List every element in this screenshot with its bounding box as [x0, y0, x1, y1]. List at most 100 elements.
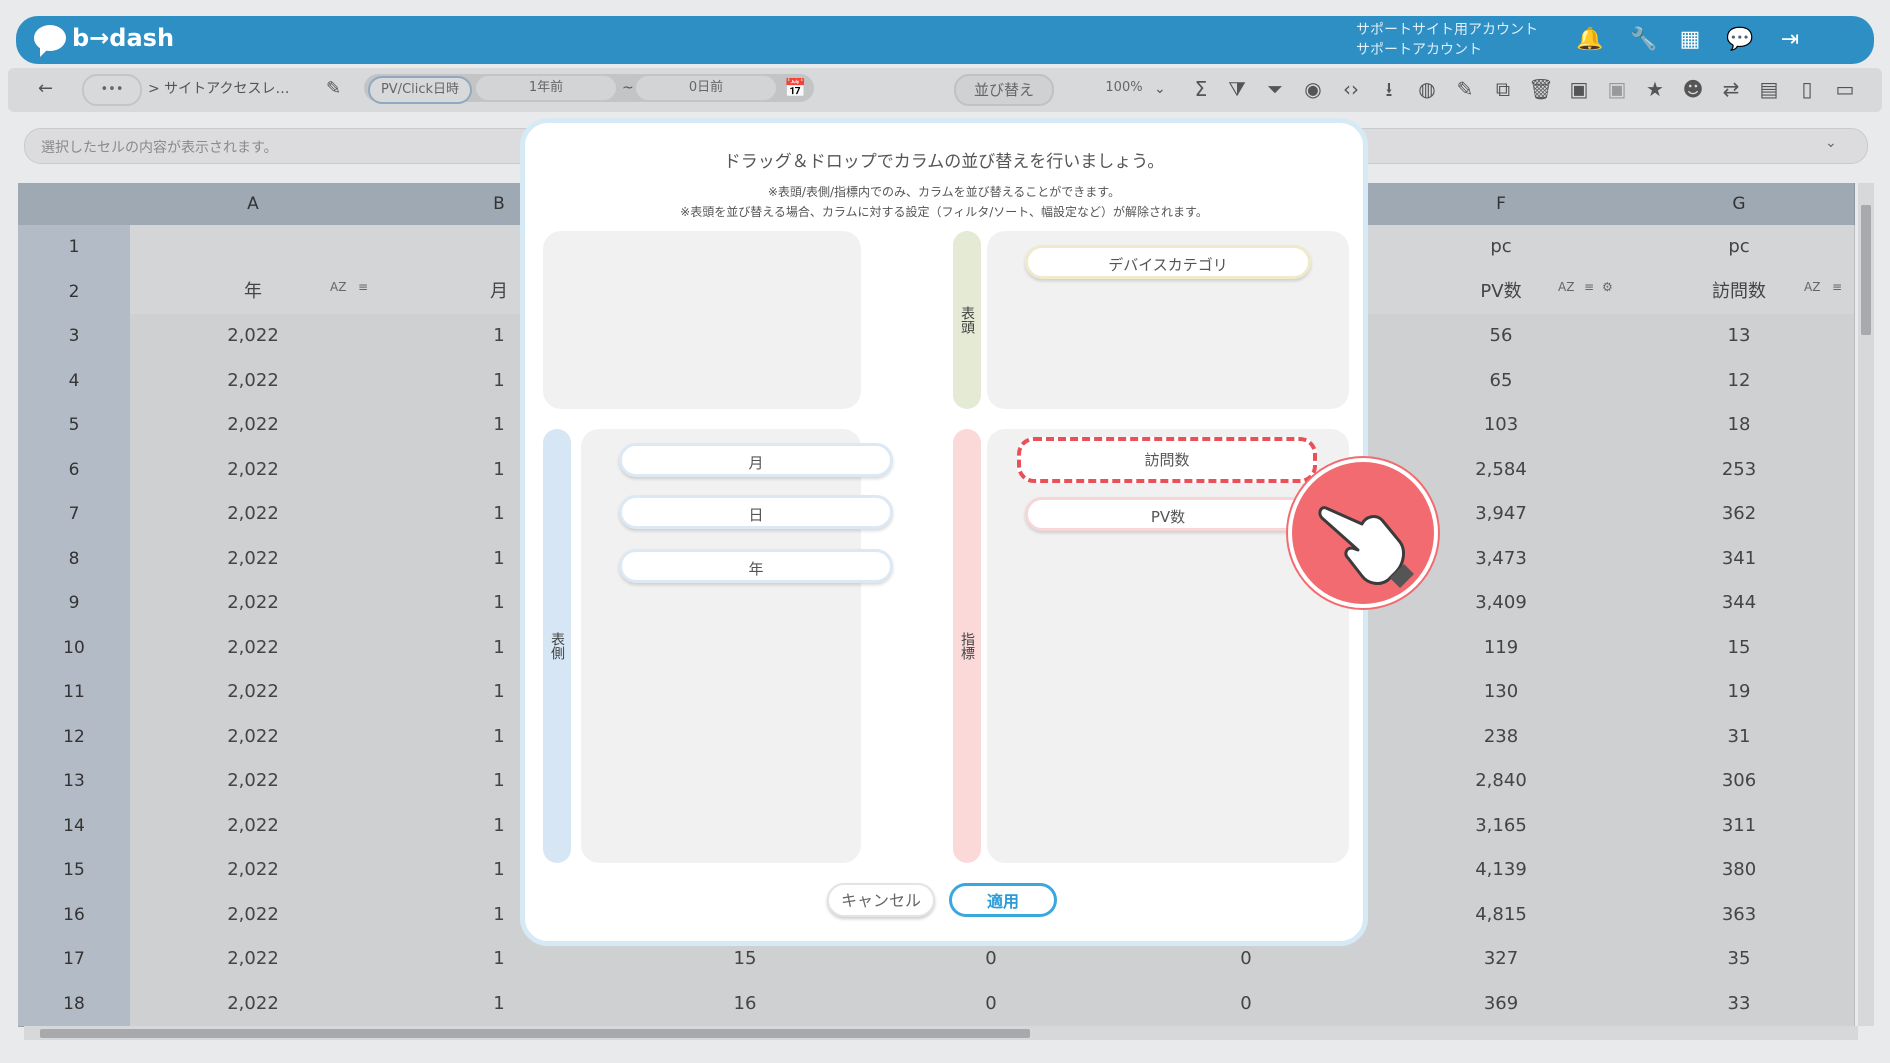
- filter-icon[interactable]: ≡: [1832, 280, 1842, 294]
- column-header-a[interactable]: A: [130, 183, 377, 225]
- apply-button[interactable]: 適用: [949, 883, 1057, 917]
- table-cell[interactable]: 35: [1624, 937, 1855, 983]
- table-cell[interactable]: 33: [1624, 981, 1855, 1027]
- row-header[interactable]: 5: [18, 403, 130, 449]
- table-cell[interactable]: 2,022: [130, 358, 377, 404]
- table-cell[interactable]: 2,022: [130, 937, 377, 983]
- table-cell[interactable]: 2,022: [130, 892, 377, 938]
- table-cell[interactable]: 19: [1624, 670, 1855, 716]
- cancel-button[interactable]: キャンセル: [827, 883, 935, 917]
- row-header[interactable]: 10: [18, 625, 130, 671]
- corner-cell[interactable]: [18, 183, 131, 225]
- account-info[interactable]: サポートサイト用アカウント サポートアカウント: [1356, 20, 1538, 60]
- table-cell[interactable]: 327: [1378, 937, 1625, 983]
- row-header[interactable]: 2: [18, 269, 130, 315]
- table-cell[interactable]: 103: [1378, 403, 1625, 449]
- chevron-down-icon[interactable]: ⌄: [1154, 74, 1166, 104]
- star-icon[interactable]: ★: [1642, 76, 1668, 102]
- table-cell[interactable]: 31: [1624, 714, 1855, 760]
- calendar-icon[interactable]: 📅: [784, 74, 806, 104]
- table-cell[interactable]: 15: [1624, 625, 1855, 671]
- more-button[interactable]: •••: [82, 74, 142, 106]
- brand-logo[interactable]: b→dash: [34, 24, 174, 57]
- table-cell[interactable]: 0: [1114, 981, 1379, 1027]
- table-cell[interactable]: 306: [1624, 759, 1855, 805]
- repeat-icon[interactable]: ⇄: [1718, 76, 1744, 102]
- copy-icon[interactable]: ⧉: [1490, 76, 1516, 102]
- side-item-day[interactable]: 日: [619, 495, 893, 529]
- table-cell[interactable]: 130: [1378, 670, 1625, 716]
- code-icon[interactable]: ‹›: [1338, 76, 1364, 102]
- table-cell[interactable]: 2,022: [130, 403, 377, 449]
- table-cell[interactable]: 1: [376, 981, 623, 1027]
- row-header[interactable]: 8: [18, 536, 130, 582]
- table-cell[interactable]: 4,815: [1378, 892, 1625, 938]
- table-cell[interactable]: 238: [1378, 714, 1625, 760]
- column-header-g[interactable]: G: [1624, 183, 1855, 225]
- row-header[interactable]: 7: [18, 492, 130, 538]
- row-header[interactable]: 15: [18, 848, 130, 894]
- table-cell[interactable]: 253: [1624, 447, 1855, 493]
- table-cell[interactable]: 362: [1624, 492, 1855, 538]
- table-cell[interactable]: 65: [1378, 358, 1625, 404]
- row-header[interactable]: 16: [18, 892, 130, 938]
- table-cell[interactable]: 2,022: [130, 803, 377, 849]
- sort-az-icon[interactable]: AZ: [1804, 280, 1820, 294]
- table-cell[interactable]: 2,022: [130, 447, 377, 493]
- back-button[interactable]: ←: [38, 74, 53, 104]
- table-cell[interactable]: 3,165: [1378, 803, 1625, 849]
- table-cell[interactable]: 16: [622, 981, 869, 1027]
- table-cell[interactable]: 18: [1624, 403, 1855, 449]
- grid-menu-icon[interactable]: ▦: [1676, 26, 1704, 54]
- side-item-year[interactable]: 年: [619, 549, 893, 583]
- chevron-down-icon[interactable]: ⌄: [1825, 135, 1837, 151]
- table-cell[interactable]: 2,022: [130, 581, 377, 627]
- trash-icon[interactable]: 🗑: [1528, 76, 1554, 102]
- row-header[interactable]: 11: [18, 670, 130, 716]
- table-cell[interactable]: 344: [1624, 581, 1855, 627]
- document-icon[interactable]: ▯: [1794, 76, 1820, 102]
- logout-icon[interactable]: ⇥: [1776, 26, 1804, 54]
- row-header[interactable]: 17: [18, 937, 130, 983]
- breadcrumb[interactable]: > サイトアクセスレ…: [148, 74, 289, 104]
- row-header[interactable]: 14: [18, 803, 130, 849]
- chart-icon[interactable]: ◍: [1414, 76, 1440, 102]
- table-cell[interactable]: 2,022: [130, 670, 377, 716]
- row-header[interactable]: 13: [18, 759, 130, 805]
- clipboard-icon[interactable]: ▭: [1832, 76, 1858, 102]
- sort-az-icon[interactable]: AZ: [1558, 280, 1574, 294]
- table-cell[interactable]: 2,022: [130, 625, 377, 671]
- table-cell[interactable]: 4,139: [1378, 848, 1625, 894]
- horizontal-scrollbar[interactable]: [24, 1026, 1858, 1040]
- table-cell[interactable]: 2,022: [130, 314, 377, 360]
- table-cell[interactable]: 2,840: [1378, 759, 1625, 805]
- table-cell[interactable]: 2,022: [130, 759, 377, 805]
- date-to-input[interactable]: 0日前: [636, 76, 776, 100]
- row-header[interactable]: 1: [18, 225, 130, 271]
- chat-icon[interactable]: 💬: [1726, 26, 1754, 54]
- table-cell[interactable]: 380: [1624, 848, 1855, 894]
- table-cell[interactable]: 13: [1624, 314, 1855, 360]
- filter-icon[interactable]: ≡: [1584, 280, 1594, 294]
- row-header[interactable]: 18: [18, 981, 130, 1027]
- row-header[interactable]: 6: [18, 447, 130, 493]
- table-cell[interactable]: 119: [1378, 625, 1625, 671]
- header-cell[interactable]: pc: [1378, 225, 1625, 271]
- date-from-input[interactable]: 1年前: [476, 76, 616, 100]
- header-item-device-category[interactable]: デバイスカテゴリ: [1025, 245, 1311, 279]
- row-header[interactable]: 12: [18, 714, 130, 760]
- sum-icon[interactable]: Σ: [1188, 76, 1214, 102]
- table-cell[interactable]: 341: [1624, 536, 1855, 582]
- table-cell[interactable]: 0: [868, 981, 1115, 1027]
- table-cell[interactable]: 311: [1624, 803, 1855, 849]
- table-cell[interactable]: 56: [1378, 314, 1625, 360]
- table-cell[interactable]: 363: [1624, 892, 1855, 938]
- filter-settings-icon[interactable]: ⧩: [1224, 76, 1250, 102]
- row-header[interactable]: 9: [18, 581, 130, 627]
- row-header[interactable]: 3: [18, 314, 130, 360]
- horizontal-scroll-thumb[interactable]: [40, 1029, 1030, 1038]
- table-cell[interactable]: 12: [1624, 358, 1855, 404]
- table-cell[interactable]: 2,022: [130, 492, 377, 538]
- sort-az-icon[interactable]: AZ: [330, 280, 346, 294]
- filter-icon[interactable]: ⏷: [1262, 76, 1288, 102]
